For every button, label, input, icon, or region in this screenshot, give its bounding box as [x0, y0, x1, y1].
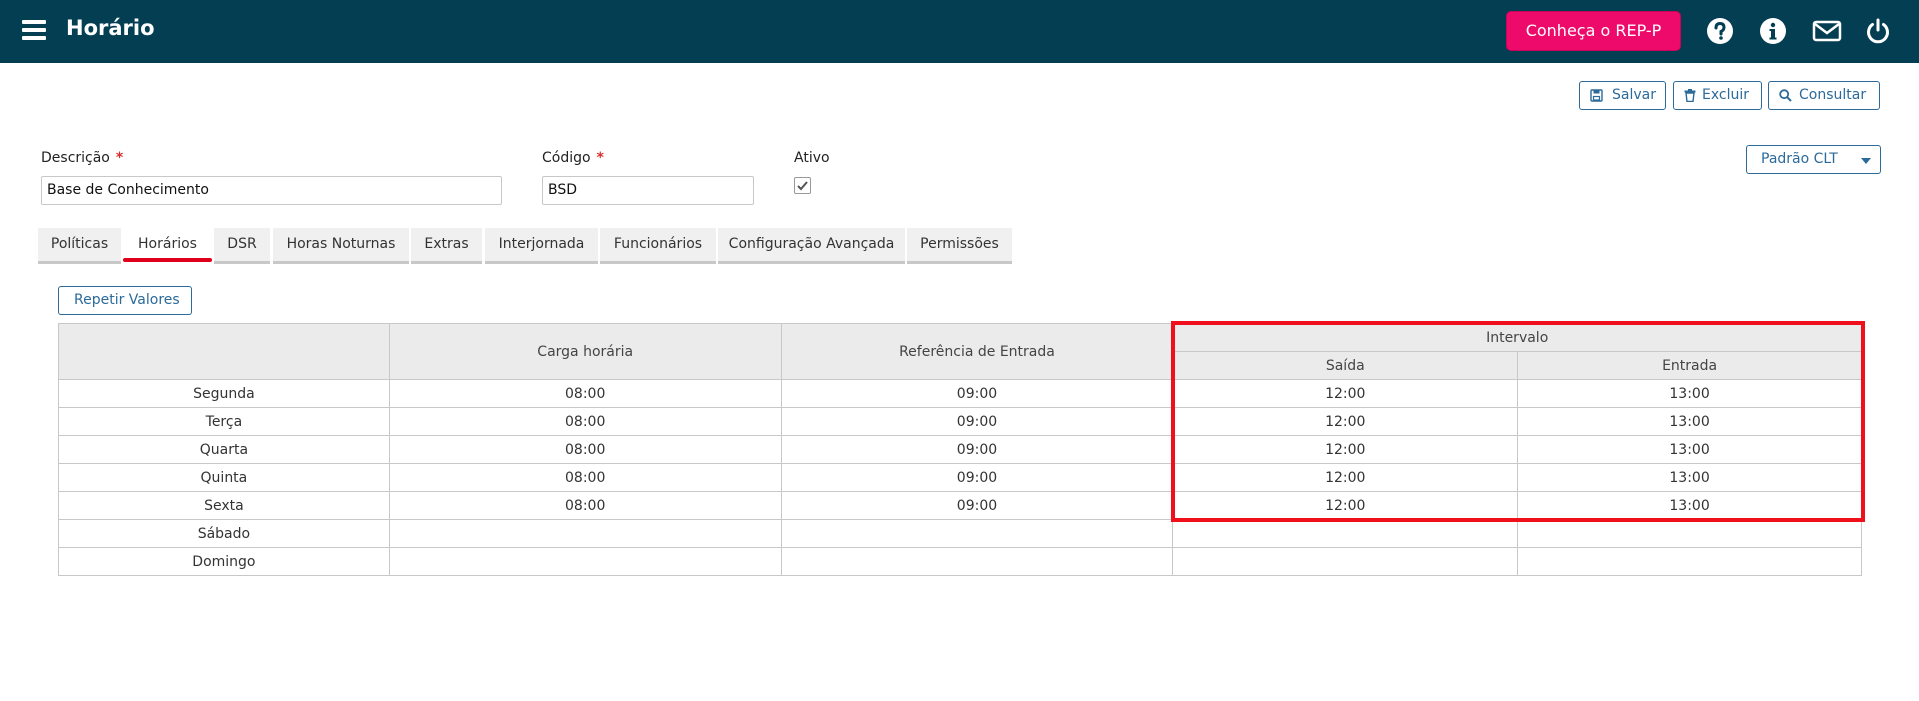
checkmark-icon — [797, 181, 808, 191]
interval-out-cell[interactable] — [1172, 519, 1519, 548]
table-row: Quarta 08:00 09:00 12:00 13:00 — [58, 435, 1862, 464]
day-header — [58, 323, 390, 380]
workload-cell[interactable]: 08:00 — [388, 491, 782, 520]
tab-politicas[interactable]: Políticas — [38, 228, 121, 264]
save-label: Salvar — [1612, 87, 1656, 103]
entry-ref-cell[interactable]: 09:00 — [780, 379, 1174, 408]
schedule-table: Carga horária Referência de Entrada Inte… — [58, 323, 1862, 576]
table-row: Domingo — [58, 547, 1862, 576]
repeat-values-label: Repetir Valores — [74, 292, 180, 308]
interval-in-cell[interactable]: 13:00 — [1517, 407, 1862, 436]
code-input[interactable]: BSD — [542, 176, 754, 205]
interval-in-cell[interactable]: 13:00 — [1517, 463, 1862, 492]
interval-out-cell[interactable]: 12:00 — [1172, 407, 1519, 436]
table-row: Quinta 08:00 09:00 12:00 13:00 — [58, 463, 1862, 492]
workload-cell[interactable]: 08:00 — [388, 435, 782, 464]
page-title: Horário — [66, 16, 155, 40]
table-row: Sexta 08:00 09:00 12:00 13:00 — [58, 491, 1862, 520]
tab-extras[interactable]: Extras — [411, 228, 482, 264]
workload-cell[interactable]: 08:00 — [388, 407, 782, 436]
interval-header: Intervalo — [1172, 323, 1862, 352]
active-label: Ativo — [794, 150, 830, 166]
interval-out-cell[interactable] — [1172, 547, 1519, 576]
tab-configuracao-avancada[interactable]: Configuração Avançada — [718, 228, 905, 264]
search-button[interactable]: Consultar — [1768, 81, 1880, 110]
entry-ref-cell[interactable] — [780, 519, 1174, 548]
floppy-disk-icon — [1590, 89, 1603, 102]
tab-horas-noturnas[interactable]: Horas Noturnas — [273, 228, 409, 264]
interval-in-header: Entrada — [1517, 351, 1862, 380]
tab-dsr[interactable]: DSR — [214, 228, 270, 264]
interval-out-cell[interactable]: 12:00 — [1172, 463, 1519, 492]
description-label: Descrição * — [41, 150, 124, 166]
active-checkbox[interactable] — [794, 177, 811, 194]
help-icon[interactable] — [1706, 17, 1734, 45]
rep-p-promo-button[interactable]: Conheça o REP-P — [1506, 11, 1681, 51]
code-label: Código * — [542, 150, 604, 166]
entry-ref-cell[interactable]: 09:00 — [780, 407, 1174, 436]
mail-icon[interactable] — [1812, 17, 1842, 45]
entry-ref-cell[interactable]: 09:00 — [780, 491, 1174, 520]
interval-out-cell[interactable]: 12:00 — [1172, 379, 1519, 408]
workload-cell[interactable]: 08:00 — [388, 463, 782, 492]
day-cell: Quarta — [58, 435, 390, 464]
workload-header: Carga horária — [388, 323, 782, 380]
entry-ref-cell[interactable]: 09:00 — [780, 435, 1174, 464]
preset-label: Padrão CLT — [1761, 151, 1838, 167]
interval-in-cell[interactable]: 13:00 — [1517, 379, 1862, 408]
preset-dropdown[interactable]: Padrão CLT — [1746, 145, 1881, 174]
day-cell: Sexta — [58, 491, 390, 520]
interval-in-cell[interactable] — [1517, 519, 1862, 548]
top-bar: Horário Conheça o REP-P — [0, 0, 1919, 63]
tab-funcionarios[interactable]: Funcionários — [600, 228, 716, 264]
table-row: Segunda 08:00 09:00 12:00 13:00 — [58, 379, 1862, 408]
tab-interjornada[interactable]: Interjornada — [485, 228, 598, 264]
tab-permissoes[interactable]: Permissões — [907, 228, 1012, 264]
delete-button[interactable]: Excluir — [1673, 81, 1762, 110]
table-row: Sábado — [58, 519, 1862, 548]
info-icon[interactable] — [1759, 17, 1787, 45]
menu-icon[interactable] — [22, 20, 46, 40]
search-label: Consultar — [1799, 87, 1867, 103]
power-icon[interactable] — [1864, 17, 1892, 45]
caret-down-icon — [1861, 158, 1871, 164]
save-button[interactable]: Salvar — [1579, 81, 1666, 110]
table-row: Terça 08:00 09:00 12:00 13:00 — [58, 407, 1862, 436]
day-cell: Sábado — [58, 519, 390, 548]
workload-cell[interactable] — [388, 519, 782, 548]
search-icon — [1779, 89, 1792, 102]
day-cell: Terça — [58, 407, 390, 436]
day-cell: Domingo — [58, 547, 390, 576]
interval-out-header: Saída — [1172, 351, 1519, 380]
repeat-values-button[interactable]: Repetir Valores — [58, 286, 192, 315]
entry-ref-cell[interactable] — [780, 547, 1174, 576]
workload-cell[interactable] — [388, 547, 782, 576]
entry-ref-header: Referência de Entrada — [780, 323, 1174, 380]
day-cell: Segunda — [58, 379, 390, 408]
interval-in-cell[interactable]: 13:00 — [1517, 491, 1862, 520]
day-cell: Quinta — [58, 463, 390, 492]
interval-in-cell[interactable]: 13:00 — [1517, 435, 1862, 464]
entry-ref-cell[interactable]: 09:00 — [780, 463, 1174, 492]
trash-icon — [1684, 89, 1696, 102]
workload-cell[interactable]: 08:00 — [388, 379, 782, 408]
active-tab-indicator — [123, 258, 212, 262]
interval-out-cell[interactable]: 12:00 — [1172, 491, 1519, 520]
delete-label: Excluir — [1702, 87, 1749, 103]
description-input[interactable]: Base de Conhecimento — [41, 176, 502, 205]
interval-in-cell[interactable] — [1517, 547, 1862, 576]
interval-out-cell[interactable]: 12:00 — [1172, 435, 1519, 464]
